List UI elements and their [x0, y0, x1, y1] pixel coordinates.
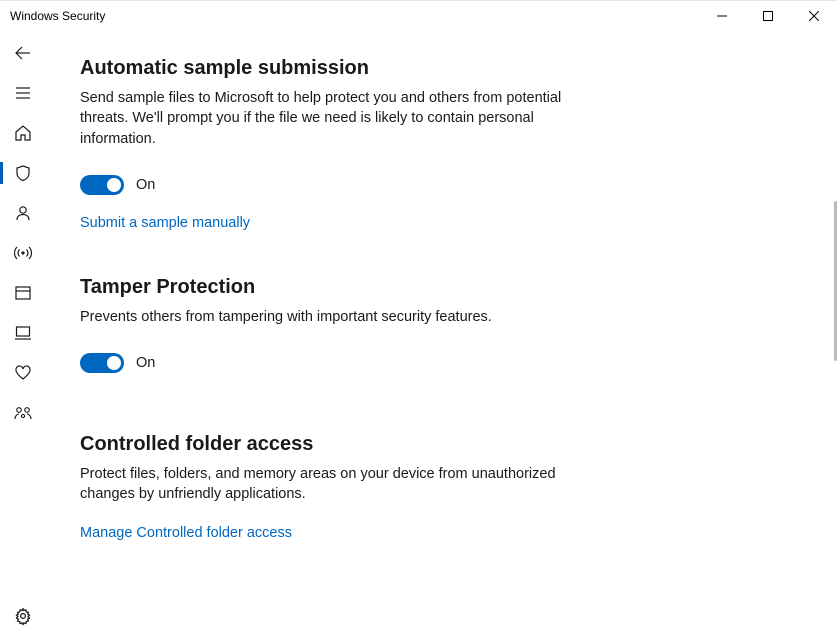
sidebar-item-home[interactable]: [0, 113, 46, 153]
submit-sample-link[interactable]: Submit a sample manually: [80, 215, 250, 231]
shield-icon: [14, 164, 32, 182]
sidebar-item-app-browser[interactable]: [0, 273, 46, 313]
app-window-icon: [14, 284, 32, 302]
heart-icon: [14, 364, 32, 382]
person-icon: [14, 204, 32, 222]
toggle-knob: [107, 356, 121, 370]
arrow-left-icon: [14, 44, 32, 62]
window-controls: [699, 1, 837, 31]
sidebar-item-family-options[interactable]: [0, 393, 46, 433]
hamburger-icon: [14, 84, 32, 102]
toggle-row: On: [80, 175, 773, 195]
minimize-icon: [717, 11, 727, 21]
close-button[interactable]: [791, 1, 837, 31]
section-description: Protect files, folders, and memory areas…: [80, 464, 600, 505]
family-icon: [13, 404, 33, 422]
titlebar: Windows Security: [0, 1, 837, 31]
section-description: Prevents others from tampering with impo…: [80, 307, 600, 327]
toggle-knob: [107, 178, 121, 192]
sidebar-item-account-protection[interactable]: [0, 193, 46, 233]
scroll-content: Automatic sample submission Send sample …: [46, 31, 833, 636]
sidebar-item-virus-protection[interactable]: [0, 153, 46, 193]
app-window: Windows Security: [0, 0, 837, 636]
toggle-row: On: [80, 353, 773, 373]
menu-button[interactable]: [0, 73, 46, 113]
content-area: Automatic sample submission Send sample …: [46, 31, 837, 636]
sidebar-item-settings[interactable]: [0, 596, 46, 636]
gear-icon: [14, 607, 32, 625]
app-title: Windows Security: [10, 9, 105, 23]
sidebar-item-firewall[interactable]: [0, 233, 46, 273]
close-icon: [809, 11, 819, 21]
auto-sample-toggle[interactable]: [80, 175, 124, 195]
maximize-button[interactable]: [745, 1, 791, 31]
minimize-button[interactable]: [699, 1, 745, 31]
section-description: Send sample files to Microsoft to help p…: [80, 88, 600, 149]
sidebar-item-device-security[interactable]: [0, 313, 46, 353]
toggle-label: On: [136, 355, 155, 371]
section-heading: Controlled folder access: [80, 433, 773, 456]
tamper-toggle[interactable]: [80, 353, 124, 373]
section-auto-sample: Automatic sample submission Send sample …: [80, 57, 773, 232]
section-tamper: Tamper Protection Prevents others from t…: [80, 276, 773, 373]
maximize-icon: [763, 11, 773, 21]
app-body: Automatic sample submission Send sample …: [0, 31, 837, 636]
section-heading: Automatic sample submission: [80, 57, 773, 80]
back-button[interactable]: [0, 33, 46, 73]
manage-cfa-link[interactable]: Manage Controlled folder access: [80, 525, 292, 541]
sidebar-item-device-performance[interactable]: [0, 353, 46, 393]
sidebar: [0, 31, 46, 636]
home-icon: [14, 124, 32, 142]
section-heading: Tamper Protection: [80, 276, 773, 299]
device-icon: [14, 324, 32, 342]
section-cfa: Controlled folder access Protect files, …: [80, 433, 773, 542]
toggle-label: On: [136, 177, 155, 193]
network-icon: [13, 244, 33, 262]
